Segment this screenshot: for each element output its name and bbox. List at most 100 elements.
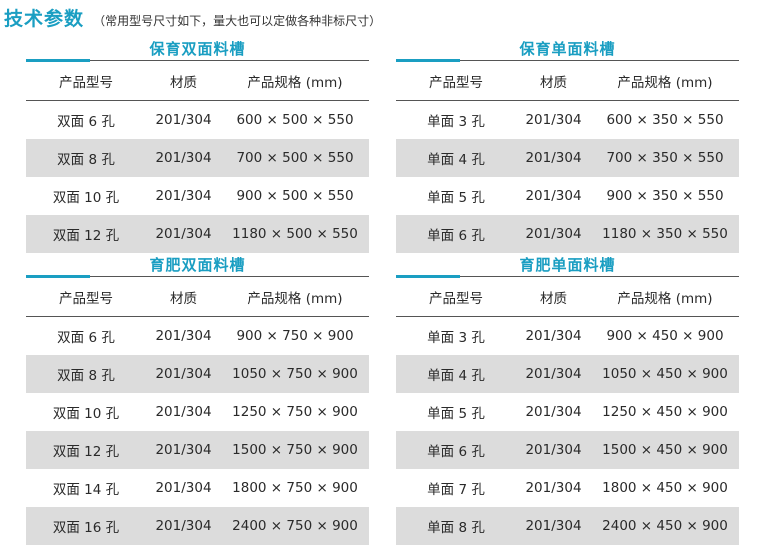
cell-spec: 900 × 750 × 900	[236, 328, 354, 344]
cell-spec: 900 × 350 × 550	[606, 188, 724, 204]
cell-spec: 1180 × 350 × 550	[591, 215, 739, 253]
cell-material: 201/304	[525, 112, 582, 128]
cell-material: 201/304	[516, 507, 591, 545]
section-header: 保育双面料槽	[26, 36, 369, 62]
cell-model: 双面 6 孔	[57, 114, 115, 130]
page-title: 技术参数 （常用型号尺寸如下，量大也可以定做各种非标尺寸）	[4, 4, 381, 34]
col-header-model: 产品型号	[396, 62, 516, 101]
spec-table: 产品型号 材质 产品规格 (mm) 单面 3 孔 201/304 900 × 450…	[396, 278, 739, 545]
table-row: 双面 14 孔 201/304 1800 × 750 × 900	[26, 469, 369, 507]
table-header-row: 产品型号 材质 产品规格 (mm)	[396, 62, 739, 101]
spec-table: 产品型号 材质 产品规格 (mm) 双面 6 孔 201/304 900 × 750…	[26, 278, 369, 545]
cell-spec: 1250 × 450 × 900	[602, 404, 728, 420]
cell-spec: 1180 × 500 × 550	[221, 215, 369, 253]
cell-model: 双面 10 孔	[52, 406, 120, 422]
table-header-row: 产品型号 材质 产品规格 (mm)	[26, 278, 369, 317]
cell-model: 双面 8 孔	[26, 355, 146, 393]
title-main: 技术参数	[4, 8, 85, 30]
cell-model: 单面 8 孔	[396, 507, 516, 545]
section-accent-bar	[26, 59, 90, 62]
cell-model: 双面 8 孔	[26, 139, 146, 177]
col-header-material: 材质	[516, 278, 591, 317]
col-header-spec: 产品规格 (mm)	[591, 62, 739, 101]
spec-table: 产品型号 材质 产品规格 (mm) 单面 3 孔 201/304 600 × 350…	[396, 62, 739, 253]
cell-material: 201/304	[146, 431, 221, 469]
cell-material: 201/304	[516, 139, 591, 177]
table-row: 双面 16 孔 201/304 2400 × 750 × 900	[26, 507, 369, 545]
cell-model: 单面 6 孔	[396, 431, 516, 469]
section-divider	[460, 276, 739, 277]
section-accent-bar	[26, 275, 90, 278]
cell-model: 双面 16 孔	[26, 507, 146, 545]
cell-material: 201/304	[525, 188, 582, 204]
section-divider	[90, 60, 369, 61]
section-nursery-single: 保育单面料槽 产品型号 材质 产品规格 (mm) 单面 3 孔 201/304 60…	[396, 36, 739, 253]
cell-material: 201/304	[155, 328, 212, 344]
table-row: 双面 8 孔 201/304 1050 × 750 × 900	[26, 355, 369, 393]
cell-spec: 1800 × 450 × 900	[602, 480, 728, 496]
cell-model: 双面 12 孔	[26, 431, 146, 469]
cell-spec: 700 × 500 × 550	[221, 139, 369, 177]
col-header-spec: 产品规格 (mm)	[591, 278, 739, 317]
cell-spec: 600 × 350 × 550	[606, 112, 724, 128]
table-row: 双面 6 孔 201/304 900 × 750 × 900	[26, 317, 369, 356]
cell-spec: 2400 × 750 × 900	[221, 507, 369, 545]
section-header: 育肥单面料槽	[396, 252, 739, 278]
cell-material: 201/304	[155, 112, 212, 128]
cell-spec: 600 × 500 × 550	[236, 112, 354, 128]
table-row: 双面 10 孔 201/304 900 × 500 × 550	[26, 177, 369, 215]
cell-material: 201/304	[155, 480, 212, 496]
cell-model: 单面 6 孔	[396, 215, 516, 253]
section-header: 育肥双面料槽	[26, 252, 369, 278]
cell-material: 201/304	[146, 139, 221, 177]
cell-model: 单面 4 孔	[396, 139, 516, 177]
table-row: 单面 4 孔 201/304 700 × 350 × 550	[396, 139, 739, 177]
table-row: 单面 7 孔 201/304 1800 × 450 × 900	[396, 469, 739, 507]
col-header-model: 产品型号	[396, 278, 516, 317]
cell-spec: 900 × 450 × 900	[606, 328, 724, 344]
section-divider	[460, 60, 739, 61]
col-header-spec: 产品规格 (mm)	[221, 278, 369, 317]
cell-model: 双面 14 孔	[52, 482, 120, 498]
cell-model: 单面 4 孔	[396, 355, 516, 393]
table-row: 单面 6 孔 201/304 1500 × 450 × 900	[396, 431, 739, 469]
table-row: 单面 6 孔 201/304 1180 × 350 × 550	[396, 215, 739, 253]
cell-spec: 1500 × 750 × 900	[221, 431, 369, 469]
cell-material: 201/304	[525, 328, 582, 344]
col-header-material: 材质	[146, 278, 221, 317]
cell-model: 双面 10 孔	[52, 190, 120, 206]
cell-material: 201/304	[516, 215, 591, 253]
col-header-material: 材质	[146, 62, 221, 101]
cell-model: 单面 3 孔	[427, 114, 485, 130]
col-header-material: 材质	[516, 62, 591, 101]
cell-model: 单面 5 孔	[427, 190, 485, 206]
table-row: 双面 8 孔 201/304 700 × 500 × 550	[26, 139, 369, 177]
section-accent-bar	[396, 59, 460, 62]
col-header-model: 产品型号	[26, 278, 146, 317]
table-row: 单面 5 孔 201/304 1250 × 450 × 900	[396, 393, 739, 431]
cell-material: 201/304	[146, 507, 221, 545]
table-header-row: 产品型号 材质 产品规格 (mm)	[396, 278, 739, 317]
section-title: 育肥单面料槽	[519, 256, 616, 274]
cell-material: 201/304	[146, 215, 221, 253]
cell-model: 双面 6 孔	[57, 330, 115, 346]
table-row: 单面 3 孔 201/304 900 × 450 × 900	[396, 317, 739, 356]
cell-model: 单面 7 孔	[427, 482, 485, 498]
table-row: 单面 8 孔 201/304 2400 × 450 × 900	[396, 507, 739, 545]
col-header-spec: 产品规格 (mm)	[221, 62, 369, 101]
cell-spec: 1050 × 450 × 900	[591, 355, 739, 393]
cell-spec: 900 × 500 × 550	[236, 188, 354, 204]
cell-material: 201/304	[155, 404, 212, 420]
cell-material: 201/304	[155, 188, 212, 204]
table-row: 单面 4 孔 201/304 1050 × 450 × 900	[396, 355, 739, 393]
cell-spec: 1500 × 450 × 900	[591, 431, 739, 469]
table-row: 双面 10 孔 201/304 1250 × 750 × 900	[26, 393, 369, 431]
table-row: 单面 3 孔 201/304 600 × 350 × 550	[396, 101, 739, 140]
section-header: 保育单面料槽	[396, 36, 739, 62]
col-header-model: 产品型号	[26, 62, 146, 101]
title-note: （常用型号尺寸如下，量大也可以定做各种非标尺寸）	[93, 14, 382, 28]
cell-material: 201/304	[516, 355, 591, 393]
section-finishing-double: 育肥双面料槽 产品型号 材质 产品规格 (mm) 双面 6 孔 201/304 90…	[26, 252, 369, 545]
cell-material: 201/304	[525, 480, 582, 496]
cell-material: 201/304	[146, 355, 221, 393]
